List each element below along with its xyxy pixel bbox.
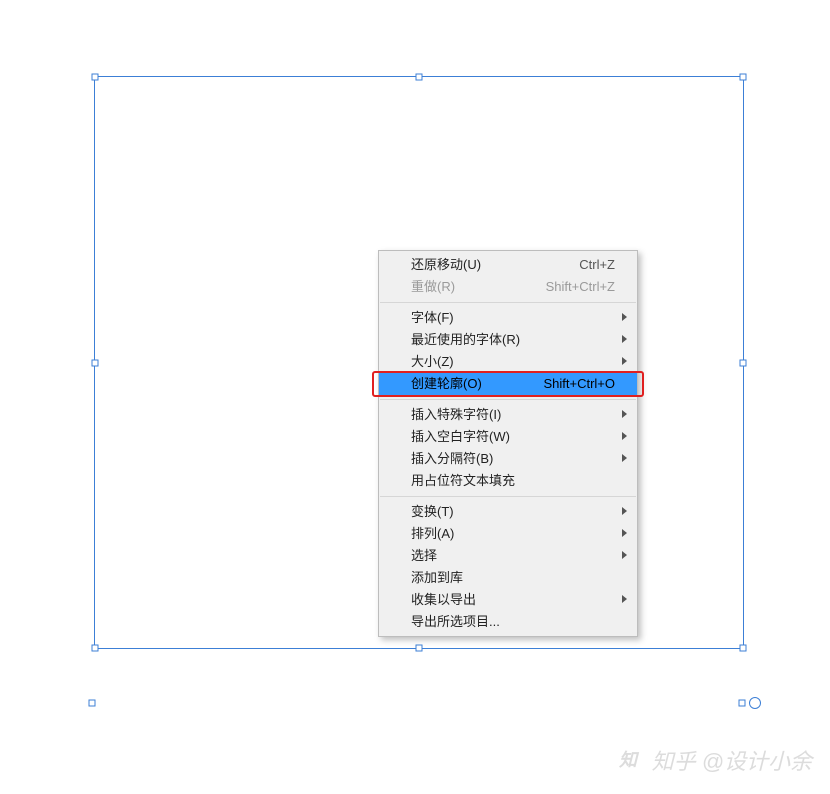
menu-item-font[interactable]: 字体(F) (379, 307, 637, 329)
selection-handle-bottom-middle[interactable] (416, 645, 423, 652)
menu-item-label: 用占位符文本填充 (411, 473, 515, 488)
menu-item-placeholder[interactable]: 用占位符文本填充 (379, 470, 637, 492)
selection-handle-bottom-right[interactable] (740, 645, 747, 652)
context-menu: 还原移动(U) Ctrl+Z 重做(R) Shift+Ctrl+Z 字体(F) 最近使用的… (378, 250, 638, 637)
submenu-arrow-icon (622, 432, 627, 440)
menu-item-recent-font[interactable]: 最近使用的字体(R) (379, 329, 637, 351)
selection-handle-top-middle[interactable] (416, 74, 423, 81)
submenu-arrow-icon (622, 410, 627, 418)
menu-item-collect[interactable]: 收集以导出 (379, 589, 637, 611)
menu-separator (380, 399, 636, 400)
menu-item-size[interactable]: 大小(Z) (379, 351, 637, 373)
submenu-arrow-icon (622, 313, 627, 321)
menu-item-label: 创建轮廓(O) (411, 376, 482, 391)
menu-separator (380, 302, 636, 303)
watermark-author-text: @设计小余 (702, 744, 812, 776)
menu-item-transform[interactable]: 变换(T) (379, 501, 637, 523)
watermark-brand-text: 知乎 (652, 744, 696, 776)
menu-item-shortcut: Shift+Ctrl+O (543, 373, 615, 395)
submenu-arrow-icon (622, 529, 627, 537)
text-frame-handle-right[interactable] (739, 700, 746, 707)
submenu-arrow-icon (622, 454, 627, 462)
menu-item-label: 字体(F) (411, 310, 454, 325)
menu-separator (380, 496, 636, 497)
selection-handle-bottom-left[interactable] (92, 645, 99, 652)
stage: 还原移动(U) Ctrl+Z 重做(R) Shift+Ctrl+Z 字体(F) 最近使用的… (0, 0, 830, 794)
selection-handle-middle-left[interactable] (92, 359, 99, 366)
menu-item-label: 最近使用的字体(R) (411, 332, 520, 347)
menu-item-ins-special[interactable]: 插入特殊字符(I) (379, 404, 637, 426)
menu-item-label: 插入空白字符(W) (411, 429, 510, 444)
menu-item-outlines[interactable]: 创建轮廓(O) Shift+Ctrl+O (379, 373, 637, 395)
selection-handle-middle-right[interactable] (740, 359, 747, 366)
menu-item-undo[interactable]: 还原移动(U) Ctrl+Z (379, 254, 637, 276)
menu-item-label: 收集以导出 (411, 592, 476, 607)
menu-item-label: 插入分隔符(B) (411, 451, 493, 466)
text-frame-outport-icon[interactable] (749, 697, 761, 709)
selection-handle-top-right[interactable] (740, 74, 747, 81)
menu-item-ins-break[interactable]: 插入分隔符(B) (379, 448, 637, 470)
menu-item-select[interactable]: 选择 (379, 545, 637, 567)
submenu-arrow-icon (622, 595, 627, 603)
submenu-arrow-icon (622, 507, 627, 515)
submenu-arrow-icon (622, 357, 627, 365)
menu-item-redo: 重做(R) Shift+Ctrl+Z (379, 276, 637, 298)
menu-item-arrange[interactable]: 排列(A) (379, 523, 637, 545)
menu-item-label: 插入特殊字符(I) (411, 407, 501, 422)
selection-handle-top-left[interactable] (92, 74, 99, 81)
submenu-arrow-icon (622, 551, 627, 559)
text-frame-handle-left[interactable] (89, 700, 96, 707)
menu-item-shortcut: Shift+Ctrl+Z (546, 276, 615, 298)
svg-text:知: 知 (618, 750, 640, 770)
menu-item-export-sel[interactable]: 导出所选项目... (379, 611, 637, 633)
menu-item-label: 还原移动(U) (411, 257, 481, 272)
menu-item-label: 变换(T) (411, 504, 454, 519)
menu-item-label: 添加到库 (411, 570, 463, 585)
menu-item-label: 排列(A) (411, 526, 454, 541)
menu-item-label: 选择 (411, 548, 437, 563)
zhihu-watermark: 知 知乎 @设计小余 (616, 744, 812, 776)
submenu-arrow-icon (622, 335, 627, 343)
menu-item-add-lib[interactable]: 添加到库 (379, 567, 637, 589)
menu-item-shortcut: Ctrl+Z (579, 254, 615, 276)
menu-item-ins-white[interactable]: 插入空白字符(W) (379, 426, 637, 448)
menu-item-label: 大小(Z) (411, 354, 454, 369)
menu-item-label: 重做(R) (411, 279, 455, 294)
menu-item-label: 导出所选项目... (411, 614, 500, 629)
zhihu-logo-icon: 知 (616, 745, 646, 775)
